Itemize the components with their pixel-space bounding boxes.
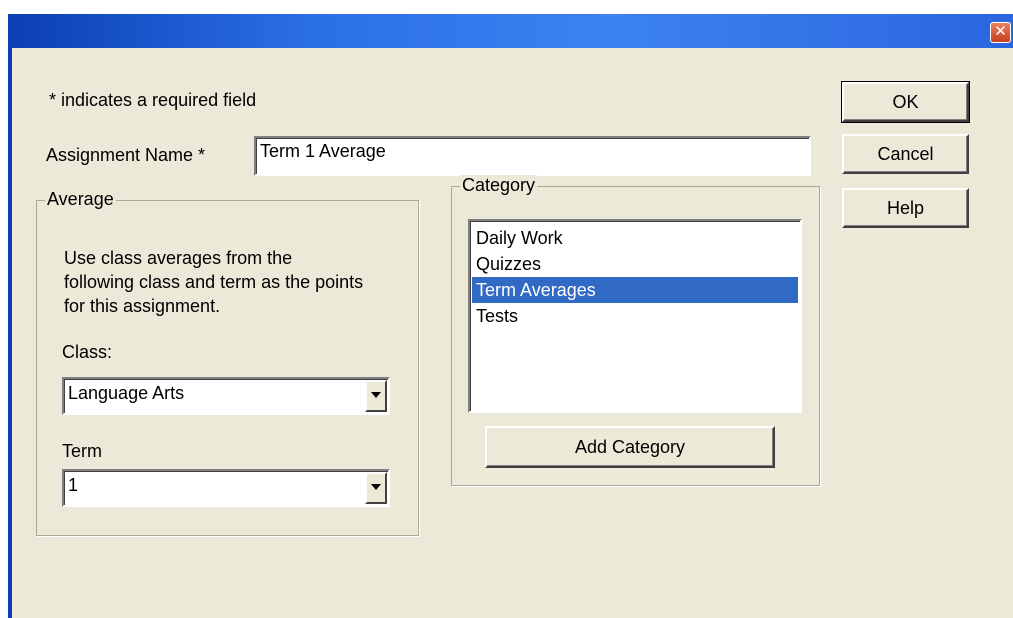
category-groupbox: Category Daily Work Quizzes Term Averages T… [451, 175, 820, 486]
title-bar[interactable]: ✕ [8, 14, 1013, 48]
help-button[interactable]: Help [842, 188, 969, 228]
average-group-title: Average [45, 189, 116, 210]
category-list-item[interactable]: Term Averages [472, 277, 798, 303]
dialog-body: * indicates a required field Assignment … [12, 48, 1013, 618]
category-list-item[interactable]: Daily Work [472, 225, 798, 251]
category-listbox[interactable]: Daily Work Quizzes Term Averages Tests [468, 219, 802, 413]
assignment-name-input[interactable]: Term 1 Average [254, 136, 811, 176]
class-label: Class: [62, 342, 113, 362]
term-dropdown[interactable]: 1 [62, 469, 390, 507]
chevron-down-icon[interactable] [365, 472, 387, 504]
class-dropdown[interactable]: Language Arts [62, 377, 390, 415]
close-button[interactable]: ✕ [990, 22, 1011, 43]
assignment-name-label: Assignment Name * [46, 145, 206, 165]
average-groupbox: Average Use class averages from the foll… [36, 189, 419, 536]
ok-button[interactable]: OK [841, 81, 970, 123]
chevron-down-icon[interactable] [365, 380, 387, 412]
class-dropdown-value: Language Arts [68, 383, 185, 403]
average-description: Use class averages from the following cl… [64, 248, 364, 316]
add-category-button[interactable]: Add Category [485, 426, 775, 468]
close-icon: ✕ [994, 23, 1007, 40]
category-list-item[interactable]: Quizzes [472, 251, 798, 277]
category-group-title: Category [460, 175, 538, 196]
cancel-button[interactable]: Cancel [842, 134, 969, 174]
term-dropdown-value: 1 [68, 475, 79, 495]
dialog-window: ✕ * indicates a required field Assignmen… [8, 14, 1013, 618]
required-field-note: * indicates a required field [49, 90, 257, 110]
term-label: Term [62, 441, 102, 461]
category-list-item[interactable]: Tests [472, 303, 798, 329]
